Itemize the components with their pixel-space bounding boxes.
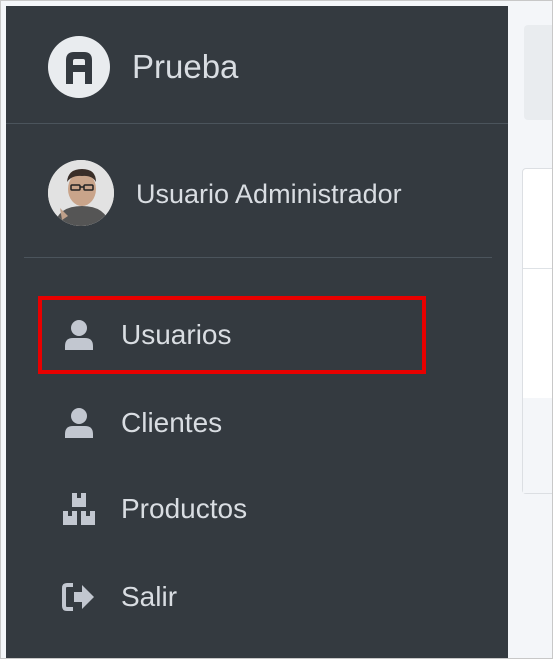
sign-out-icon (62, 580, 96, 614)
user-icon (62, 406, 96, 440)
content-header-card (524, 25, 553, 120)
sidebar-item-clientes[interactable]: Clientes (38, 384, 426, 462)
sidebar-item-productos[interactable]: Productos (38, 470, 426, 548)
letter-a-logo-icon (48, 36, 110, 98)
sidebar-item-label: Salir (121, 581, 178, 612)
content-card-footer (523, 398, 553, 493)
brand-link[interactable]: Prueba (6, 6, 508, 124)
brand-name: Prueba (132, 48, 239, 85)
user-avatar-photo (48, 160, 114, 226)
sidebar-item-label: Usuarios (121, 319, 232, 350)
sidebar-item-usuarios[interactable]: Usuarios (38, 296, 426, 374)
user-icon (62, 318, 96, 352)
sidebar-item-salir[interactable]: Salir (38, 558, 426, 636)
boxes-icon (62, 492, 96, 526)
content-divider (523, 268, 553, 269)
user-panel[interactable]: Usuario Administrador (6, 124, 508, 259)
user-panel-divider (24, 257, 492, 258)
sidebar: Prueba Usuario Administrador Usuarios Cl… (6, 6, 508, 658)
sidebar-item-label: Productos (121, 493, 248, 524)
sidebar-item-label: Clientes (121, 407, 223, 438)
user-name: Usuario Administrador (136, 179, 402, 209)
